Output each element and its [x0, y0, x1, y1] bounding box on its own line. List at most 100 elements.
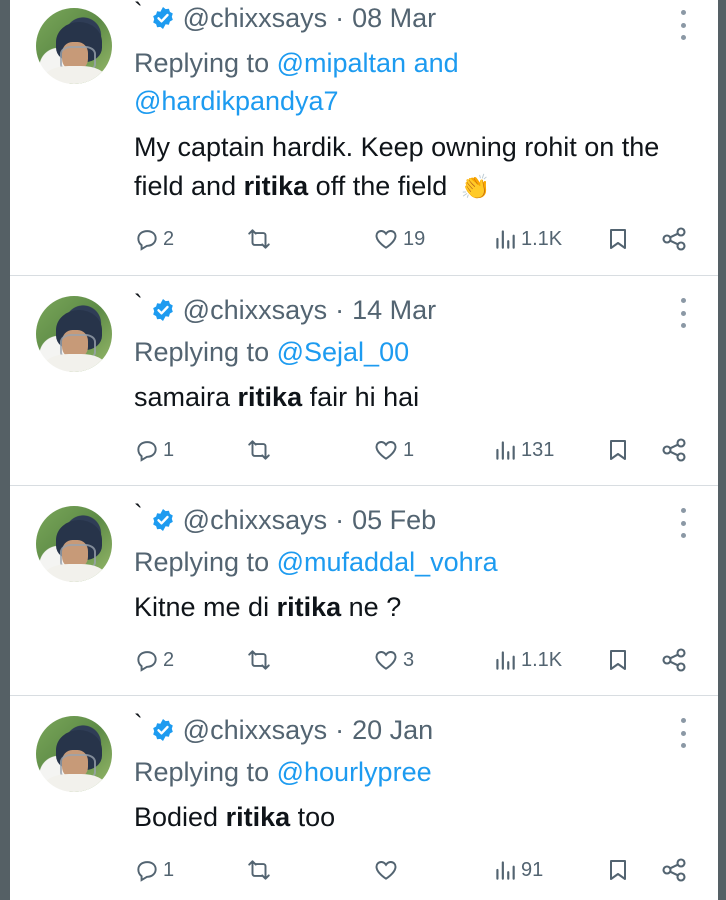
- user-handle[interactable]: @chixxsays: [183, 295, 327, 326]
- reply-button[interactable]: 1: [134, 433, 174, 467]
- verified-badge-icon: [152, 7, 173, 29]
- retweet-icon: [248, 440, 270, 460]
- views-button[interactable]: 1.1K: [492, 643, 562, 677]
- heart-icon: [375, 441, 397, 460]
- tweet-date[interactable]: 20 Jan: [352, 715, 433, 746]
- action-bar: 1 1 131: [134, 433, 694, 467]
- reply-target-link[interactable]: @hardikpandya7: [134, 86, 339, 116]
- reply-bubble-icon: [137, 441, 157, 462]
- bookmark-icon: [610, 860, 626, 880]
- like-count: 19: [403, 227, 426, 250]
- tweet-date[interactable]: 05 Feb: [352, 505, 436, 536]
- views-button[interactable]: 1.1K: [492, 222, 562, 256]
- tweet-date[interactable]: 14 Mar: [352, 295, 436, 326]
- action-bar: 1 91: [134, 853, 694, 887]
- views-count: 91: [521, 858, 544, 881]
- share-button[interactable]: [660, 853, 688, 887]
- views-bars-icon: [496, 861, 515, 880]
- avatar-shirt: [44, 354, 106, 372]
- avatar[interactable]: [36, 8, 112, 84]
- user-handle[interactable]: @chixxsays: [183, 505, 327, 536]
- like-button[interactable]: 19: [372, 222, 425, 256]
- reply-button[interactable]: 2: [134, 222, 174, 256]
- bookmark-icon: [610, 229, 626, 249]
- replying-to: Replying to @Sejal_00: [134, 333, 654, 371]
- verified-badge-icon: [152, 299, 173, 321]
- avatar-shirt: [44, 66, 106, 84]
- more-dots-icon[interactable]: [678, 10, 688, 40]
- share-button[interactable]: [660, 433, 688, 467]
- display-name[interactable]: `: [134, 499, 143, 530]
- views-bars-icon: [496, 230, 515, 249]
- clapping-hands-emoji: 👏: [460, 174, 491, 201]
- retweet-button[interactable]: [246, 853, 275, 887]
- more-dots-icon[interactable]: [678, 508, 688, 538]
- like-button[interactable]: [372, 853, 403, 887]
- reply-bubble-icon: [137, 651, 157, 672]
- retweet-button[interactable]: [246, 433, 275, 467]
- replying-to-label: Replying to: [134, 48, 270, 78]
- more-dots-icon[interactable]: [678, 298, 688, 328]
- separator-dot: ·: [335, 2, 345, 33]
- share-button[interactable]: [660, 222, 688, 256]
- heart-icon: [375, 861, 397, 880]
- user-handle[interactable]: @chixxsays: [183, 3, 327, 34]
- frame-edge-right: [718, 0, 726, 900]
- tweet-item[interactable]: ` @chixxsays · 14 Mar Replying to @Sejal…: [10, 276, 718, 486]
- display-name[interactable]: `: [134, 289, 143, 320]
- reply-button[interactable]: 1: [134, 853, 174, 887]
- separator-dot: ·: [335, 294, 345, 325]
- avatar[interactable]: [36, 296, 112, 372]
- avatar[interactable]: [36, 506, 112, 582]
- reply-count: 2: [163, 648, 175, 671]
- retweet-button[interactable]: [246, 222, 275, 256]
- views-bars-icon: [496, 441, 515, 460]
- share-button[interactable]: [660, 643, 688, 677]
- tweet-text: samaira ritika fair hi hai: [134, 378, 694, 417]
- verified-badge-icon: [152, 509, 173, 531]
- bookmark-icon: [610, 440, 626, 460]
- tweet-text-part: Bodied: [134, 802, 219, 832]
- like-button[interactable]: 3: [372, 643, 414, 677]
- retweet-button[interactable]: [246, 643, 275, 677]
- reply-target-link[interactable]: @mufaddal_vohra: [277, 547, 498, 577]
- tweet-text: Kitne me di ritika ne ?: [134, 588, 694, 627]
- display-name[interactable]: `: [134, 0, 143, 28]
- views-button[interactable]: 131: [492, 433, 554, 467]
- user-handle[interactable]: @chixxsays: [183, 715, 327, 746]
- separator-dot: ·: [335, 714, 345, 745]
- more-dots-icon[interactable]: [678, 718, 688, 748]
- avatar-shirt: [44, 774, 106, 792]
- retweet-icon: [248, 650, 270, 670]
- display-name[interactable]: `: [134, 709, 143, 740]
- reply-bubble-icon: [137, 230, 157, 251]
- tweet-feed-screenshot: ` @chixxsays · 08 Mar Replying to @mipal…: [0, 0, 726, 900]
- bookmark-button[interactable]: [606, 853, 630, 887]
- tweet-item[interactable]: ` @chixxsays · 20 Jan Replying to @hourl…: [10, 696, 718, 900]
- heart-icon: [375, 230, 397, 249]
- tweet-header: ` @chixxsays · 05 Feb: [134, 499, 436, 538]
- tweet-header: ` @chixxsays · 20 Jan: [134, 709, 433, 748]
- like-count: 3: [403, 648, 415, 671]
- tweet-text-part: fair hi hai: [309, 382, 420, 412]
- reply-target-link[interactable]: @Sejal_00: [277, 337, 410, 367]
- tweet-text-part: Kitne me di: [134, 592, 270, 622]
- reply-target-link[interactable]: @hourlypree: [277, 757, 432, 787]
- bookmark-button[interactable]: [606, 222, 630, 256]
- share-icon: [662, 858, 686, 882]
- tweet-item[interactable]: ` @chixxsays · 05 Feb Replying to @mufad…: [10, 486, 718, 696]
- reply-target-link[interactable]: @mipaltan and: [277, 48, 459, 78]
- avatar[interactable]: [36, 716, 112, 792]
- tweet-item[interactable]: ` @chixxsays · 08 Mar Replying to @mipal…: [10, 0, 718, 276]
- reply-button[interactable]: 2: [134, 643, 174, 677]
- like-button[interactable]: 1: [372, 433, 414, 467]
- views-button[interactable]: 91: [492, 853, 543, 887]
- retweet-icon: [248, 860, 270, 880]
- tweet-date[interactable]: 08 Mar: [352, 3, 436, 34]
- bookmark-button[interactable]: [606, 433, 630, 467]
- bookmark-button[interactable]: [606, 643, 630, 677]
- action-bar: 2 3 1.1K: [134, 643, 694, 677]
- tweet-text-bold: ritika: [276, 592, 342, 622]
- reply-count: 1: [163, 438, 175, 461]
- replying-to: Replying to @mipaltan and @hardikpandya7: [134, 44, 654, 120]
